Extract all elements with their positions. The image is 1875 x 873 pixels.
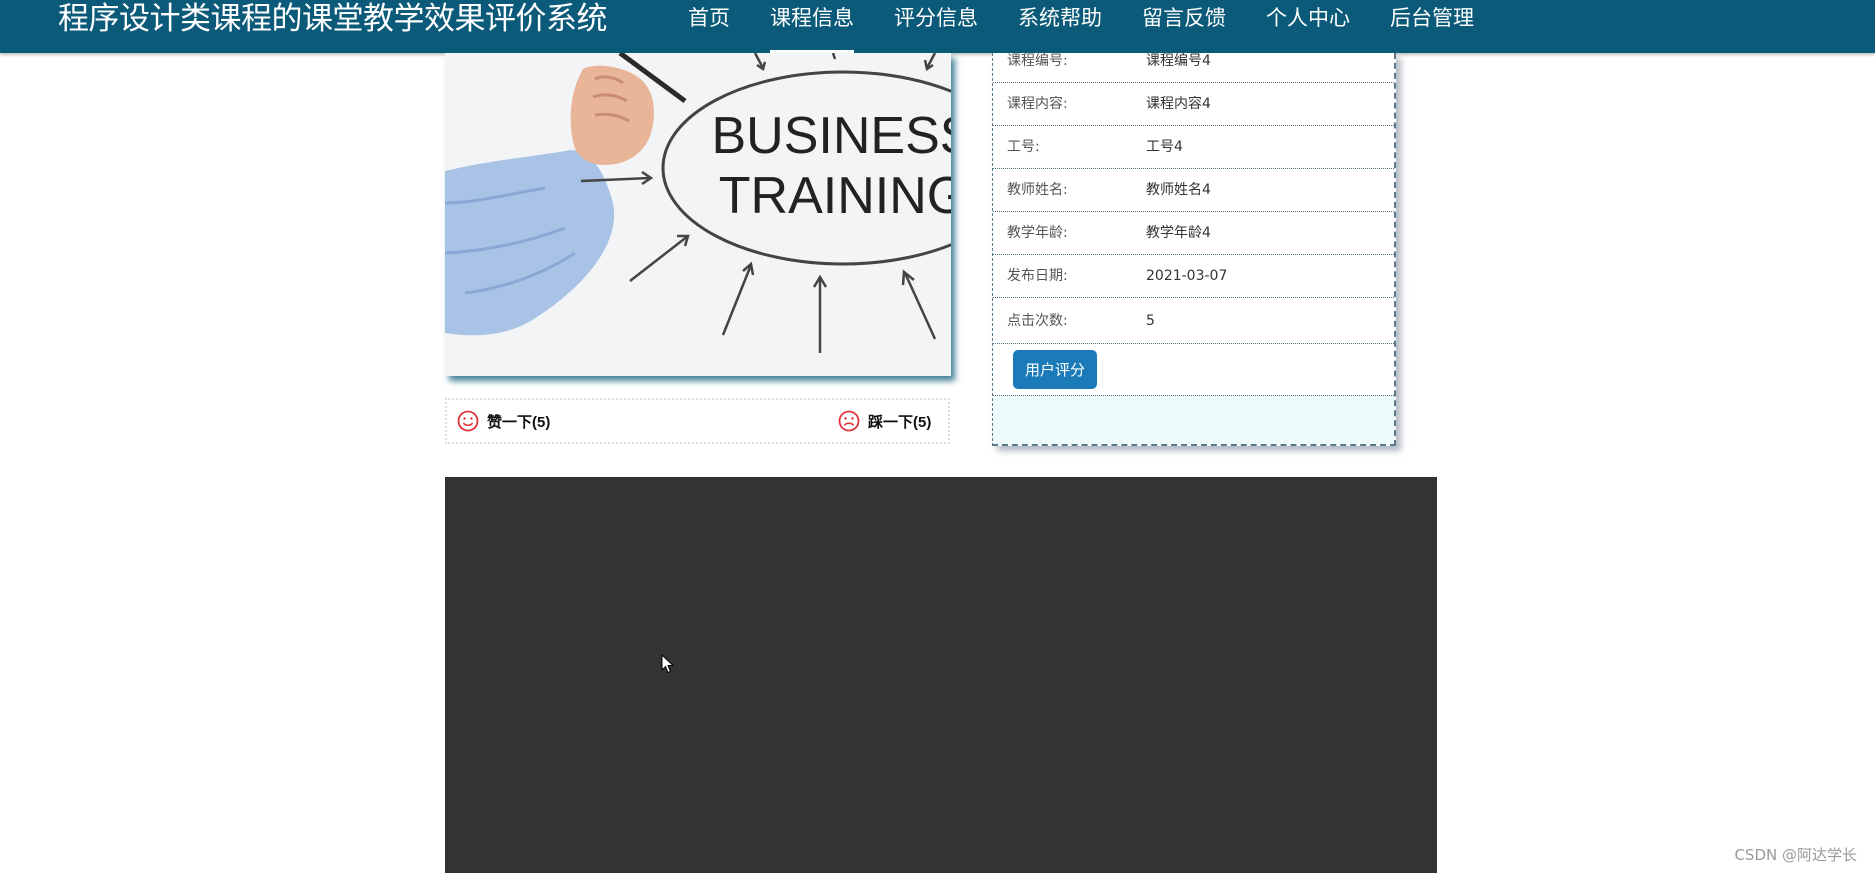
nav-feedback[interactable]: 留言反馈	[1122, 0, 1246, 53]
detail-footer-area	[993, 396, 1394, 444]
detail-key: 课程内容:	[1007, 96, 1068, 112]
detail-row-publish-date: 发布日期: 2021-03-07	[993, 255, 1394, 298]
detail-value: 2021-03-07	[1146, 268, 1228, 284]
detail-value: 课程内容4	[1146, 96, 1211, 112]
watermark: CSDN @阿达学长	[1734, 846, 1857, 864]
business-training-illustration: BUSINESS TRAINING	[445, 53, 951, 376]
detail-key: 教学年龄:	[1007, 225, 1068, 241]
detail-row-teacher-name: 教师姓名: 教师姓名4	[993, 169, 1394, 212]
rating-action-row: 用户评分	[993, 344, 1394, 396]
nav-admin[interactable]: 后台管理	[1370, 0, 1494, 53]
detail-row-staff-id: 工号: 工号4	[993, 126, 1394, 169]
detail-row-course-content: 课程内容: 课程内容4	[993, 83, 1394, 126]
detail-key: 教师姓名:	[1007, 182, 1068, 198]
main-nav: 首页 课程信息 评分信息 系统帮助 留言反馈 个人中心 后台管理	[668, 0, 1494, 53]
image-text-business: BUSINESS	[712, 107, 951, 165]
like-label: 赞一下(5)	[487, 413, 551, 431]
detail-row-teaching-years: 教学年龄: 教学年龄4	[993, 212, 1394, 255]
detail-key: 工号:	[1007, 139, 1040, 155]
detail-value: 工号4	[1146, 139, 1183, 155]
nav-rating-info[interactable]: 评分信息	[874, 0, 998, 53]
video-player-area[interactable]	[445, 477, 1437, 873]
top-navigation-bar: 程序设计类课程的课堂教学效果评价系统 首页 课程信息 评分信息 系统帮助 留言反…	[0, 0, 1875, 53]
image-text-training: TRAINING	[719, 167, 951, 225]
nav-home[interactable]: 首页	[668, 0, 750, 53]
detail-key: 课程编号:	[1007, 53, 1068, 69]
mouse-cursor-icon	[661, 654, 675, 674]
site-title[interactable]: 程序设计类课程的课堂教学效果评价系统	[58, 0, 608, 40]
nav-personal-center[interactable]: 个人中心	[1246, 0, 1370, 53]
frown-icon	[838, 410, 860, 432]
dislike-label: 踩一下(5)	[868, 413, 932, 431]
course-image: BUSINESS TRAINING	[445, 53, 951, 376]
nav-system-help[interactable]: 系统帮助	[998, 0, 1122, 53]
course-detail-table: 课程编号: 课程编号4 课程内容: 课程内容4 工号: 工号4 教师姓名: 教师…	[992, 53, 1396, 446]
detail-value: 教学年龄4	[1146, 225, 1211, 241]
detail-value: 5	[1146, 313, 1155, 329]
detail-value: 课程编号4	[1146, 53, 1211, 69]
user-rating-button[interactable]: 用户评分	[1013, 350, 1097, 389]
vote-panel: 赞一下(5) 踩一下(5)	[445, 398, 950, 444]
detail-row-click-count: 点击次数: 5	[993, 298, 1394, 344]
like-button[interactable]: 赞一下(5)	[457, 400, 550, 442]
dislike-button[interactable]: 踩一下(5)	[838, 400, 931, 442]
detail-row-course-code: 课程编号: 课程编号4	[993, 53, 1394, 83]
detail-value: 教师姓名4	[1146, 182, 1211, 198]
nav-course-info[interactable]: 课程信息	[750, 0, 874, 53]
smile-icon	[457, 410, 479, 432]
detail-key: 发布日期:	[1007, 268, 1068, 284]
detail-key: 点击次数:	[1007, 313, 1068, 329]
